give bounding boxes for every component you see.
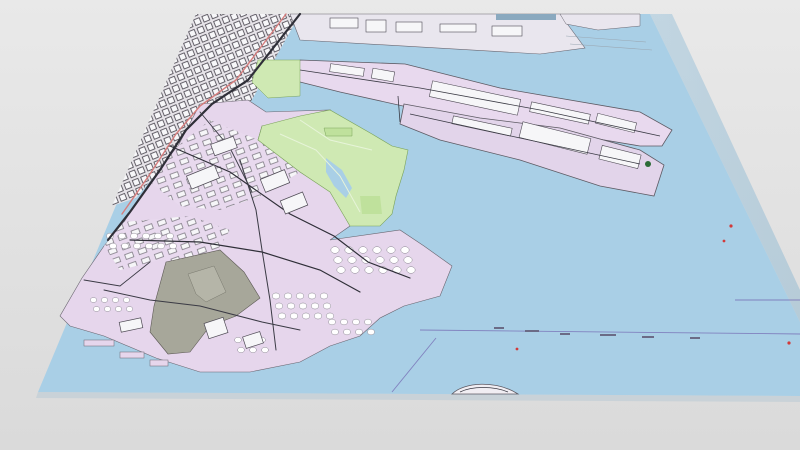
storage-tank	[130, 232, 138, 240]
storage-tank	[322, 302, 332, 310]
storage-tank	[386, 246, 396, 254]
storage-tank	[274, 302, 284, 310]
pier-end-marker	[645, 161, 651, 167]
storage-tank	[157, 242, 165, 250]
storage-tank	[112, 297, 119, 303]
storage-tank	[104, 306, 111, 312]
storage-tank	[237, 347, 245, 353]
storage-tank	[319, 292, 329, 300]
storage-tank	[310, 302, 320, 310]
storage-tank	[403, 256, 413, 264]
storage-tank	[115, 306, 122, 312]
storage-tank	[328, 318, 336, 326]
storage-tank	[261, 347, 269, 353]
storage-tank	[336, 266, 346, 274]
storage-tank	[90, 297, 97, 303]
storage-tank	[126, 306, 133, 312]
storage-tank	[142, 232, 150, 240]
storage-tank	[118, 232, 126, 240]
storage-tank	[406, 266, 416, 274]
map-canvas[interactable]	[0, 0, 800, 450]
storage-tank	[350, 266, 360, 274]
storage-tank	[347, 256, 357, 264]
storage-tank	[389, 256, 399, 264]
storage-tank	[364, 266, 374, 274]
storage-tank	[109, 242, 117, 250]
storage-tank	[330, 246, 340, 254]
storage-tank	[352, 318, 360, 326]
storage-tank	[145, 242, 153, 250]
storage-tank	[154, 232, 162, 240]
storage-tank	[93, 306, 100, 312]
storage-tank	[400, 246, 410, 254]
pier-north-edge	[496, 14, 556, 20]
storage-tank	[331, 328, 339, 336]
storage-tank	[289, 312, 299, 320]
storage-tank	[364, 318, 372, 326]
golf-green-north	[323, 127, 353, 137]
storage-tank	[301, 312, 311, 320]
storage-tank	[298, 302, 308, 310]
storage-tank	[333, 256, 343, 264]
map-viewport[interactable]	[0, 0, 800, 450]
storage-tank	[286, 302, 296, 310]
storage-tank	[277, 312, 287, 320]
storage-tank	[372, 246, 382, 254]
storage-tank	[355, 328, 363, 336]
storage-tank	[169, 242, 177, 250]
storage-tank	[343, 328, 351, 336]
storage-tank	[307, 292, 317, 300]
storage-tank	[375, 256, 385, 264]
storage-tank	[101, 297, 108, 303]
storage-tank	[325, 312, 335, 320]
storage-tank	[133, 242, 141, 250]
storage-tank	[234, 337, 242, 343]
storage-tank	[249, 347, 257, 353]
storage-tank	[340, 318, 348, 326]
storage-tank	[121, 242, 129, 250]
storage-tank	[283, 292, 293, 300]
storage-tank	[313, 312, 323, 320]
storage-tank	[295, 292, 305, 300]
golf-green-east	[360, 196, 382, 214]
storage-tank	[123, 297, 130, 303]
storage-tank	[358, 246, 368, 254]
storage-tank	[166, 232, 174, 240]
storage-tank	[271, 292, 281, 300]
storage-tank	[367, 328, 375, 336]
